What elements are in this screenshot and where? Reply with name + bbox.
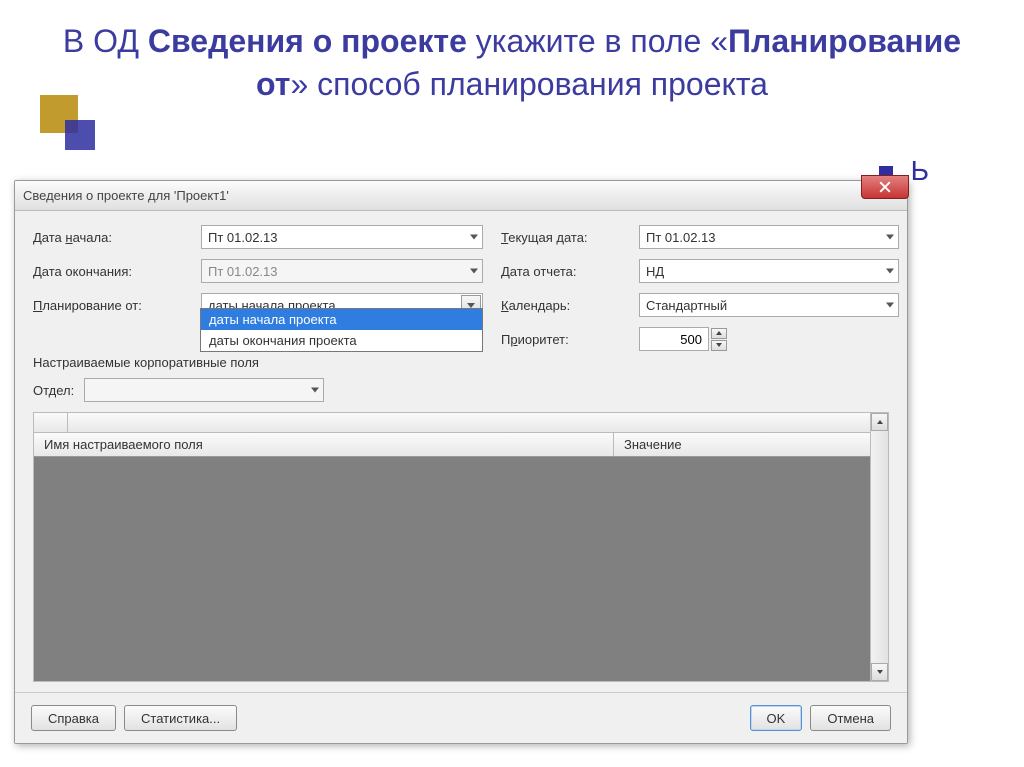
dropdown-option[interactable]: даты начала проекта: [201, 309, 482, 330]
dropdown-option[interactable]: даты окончания проекта: [201, 330, 482, 351]
label-start-date: Дата начала:: [33, 230, 183, 245]
chevron-down-icon: [886, 269, 894, 274]
grid-body: [34, 457, 888, 681]
grid-column-value[interactable]: Значение: [614, 437, 888, 452]
spin-up-button[interactable]: [711, 328, 727, 339]
start-date-field[interactable]: Пт 01.02.13: [201, 225, 483, 249]
label-report-date: Дата отчета:: [501, 264, 621, 279]
label-department: Отдел:: [33, 383, 74, 398]
dialog-title: Сведения о проекте для 'Проект1': [23, 188, 899, 203]
chevron-down-icon: [311, 388, 319, 393]
calendar-field[interactable]: Стандартный: [639, 293, 899, 317]
scroll-down-button[interactable]: [871, 663, 888, 681]
label-calendar: Календарь:: [501, 298, 621, 313]
department-field[interactable]: [84, 378, 324, 402]
caret-down-icon: [716, 343, 722, 347]
caret-up-icon: [877, 420, 883, 424]
chevron-down-icon: [467, 303, 475, 308]
chevron-down-icon: [886, 303, 894, 308]
chevron-down-icon: [470, 235, 478, 240]
chevron-down-icon: [470, 269, 478, 274]
statistics-button[interactable]: Статистика...: [124, 705, 237, 731]
ok-button[interactable]: OK: [750, 705, 803, 731]
label-priority: Приоритет:: [501, 332, 621, 347]
label-current-date: Текущая дата:: [501, 230, 621, 245]
priority-spinner[interactable]: [639, 327, 899, 351]
custom-fields-grid: Имя настраиваемого поля Значение: [33, 412, 889, 682]
vertical-scrollbar[interactable]: [870, 413, 888, 681]
help-button[interactable]: Справка: [31, 705, 116, 731]
caret-down-icon: [877, 670, 883, 674]
cancel-button[interactable]: Отмена: [810, 705, 891, 731]
schedule-from-dropdown: даты начала проекта даты окончания проек…: [200, 308, 483, 352]
dialog-titlebar[interactable]: Сведения о проекте для 'Проект1': [15, 181, 907, 211]
spin-down-button[interactable]: [711, 340, 727, 351]
close-button[interactable]: [861, 175, 909, 199]
scroll-up-button[interactable]: [871, 413, 888, 431]
grid-column-name[interactable]: Имя настраиваемого поля: [34, 433, 614, 456]
label-schedule-from: Планирование от:: [33, 298, 183, 313]
report-date-field[interactable]: НД: [639, 259, 899, 283]
slide-title: В ОД Сведения о проекте укажите в поле «…: [0, 0, 1024, 116]
custom-fields-section-label: Настраиваемые корпоративные поля: [33, 355, 889, 370]
current-date-field[interactable]: Пт 01.02.13: [639, 225, 899, 249]
priority-input[interactable]: [639, 327, 709, 351]
project-info-dialog: Сведения о проекте для 'Проект1' Дата на…: [14, 180, 908, 744]
label-end-date: Дата окончания:: [33, 264, 183, 279]
chevron-down-icon: [886, 235, 894, 240]
caret-up-icon: [716, 331, 722, 335]
end-date-field: Пт 01.02.13: [201, 259, 483, 283]
close-icon: [879, 181, 891, 193]
